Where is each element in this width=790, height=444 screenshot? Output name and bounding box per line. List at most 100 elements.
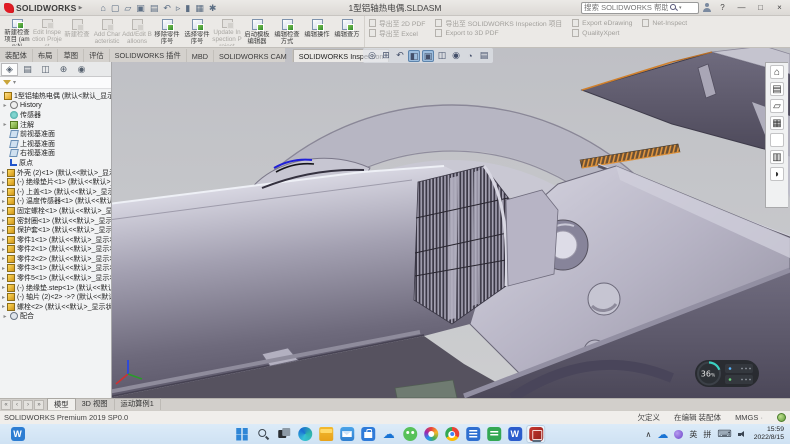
taskbar-explorer-button[interactable] bbox=[316, 425, 335, 443]
ribbon-select-balloons-button[interactable]: 选择零件序号 bbox=[182, 17, 212, 46]
view-palette-icon[interactable]: ▦ bbox=[770, 116, 784, 130]
tree-item[interactable]: (-) 绝缘垫.step<1> (默认<<默认 bbox=[2, 283, 111, 293]
flyout-arrow-icon[interactable]: ▶ bbox=[79, 5, 83, 11]
ribbon-new-inspection-project-button[interactable]: 新建检查项目 (amp;N bbox=[2, 17, 32, 46]
qa-print-button[interactable]: ▤ bbox=[150, 3, 159, 13]
expand-arrow-icon[interactable] bbox=[2, 227, 5, 234]
previous-view-icon[interactable]: ↶ bbox=[394, 50, 406, 62]
ribbon-tab[interactable]: MBD bbox=[187, 50, 214, 62]
zoom-to-area-icon[interactable]: ⊞ bbox=[380, 50, 392, 62]
view-orientation-icon[interactable]: ▣ bbox=[422, 50, 434, 62]
edit-appearance-icon[interactable]: ◔ bbox=[464, 50, 476, 62]
expand-arrow-icon[interactable] bbox=[2, 265, 5, 272]
tree-item[interactable]: 零件2<2> (默认<<默认>_显示状态 bbox=[2, 254, 111, 264]
expand-arrow-icon[interactable] bbox=[2, 284, 5, 291]
home-icon[interactable]: ⌂ bbox=[770, 65, 784, 79]
tree-filter-row[interactable]: ▾ bbox=[0, 77, 111, 89]
ribbon-remove-balloons-button[interactable]: 移除零件序号 bbox=[152, 17, 182, 46]
close-button[interactable]: × bbox=[772, 1, 787, 14]
ribbon-edit-inspection-project-button[interactable]: Edit Inspection Project bbox=[32, 17, 62, 46]
restore-button[interactable]: □ bbox=[753, 1, 768, 14]
taskbar-reader-button[interactable] bbox=[463, 425, 482, 443]
security-tray-icon[interactable] bbox=[674, 430, 683, 439]
3d-viewport[interactable]: 36% bbox=[112, 48, 790, 398]
tree-item[interactable]: 右视基准面 bbox=[2, 149, 111, 159]
expand-arrow-icon[interactable] bbox=[2, 121, 8, 128]
tree-item[interactable]: (-) 绝缘垫片<1> (默认<<默认>_显 bbox=[2, 177, 111, 187]
custom-properties-icon[interactable]: ▥ bbox=[770, 150, 784, 164]
expand-arrow-icon[interactable] bbox=[2, 102, 8, 109]
help-search-input[interactable] bbox=[584, 3, 668, 12]
qa-new-document-button[interactable]: ▢ bbox=[111, 3, 120, 13]
taskbar-store-button[interactable] bbox=[358, 425, 377, 443]
taskbar-chrome-button[interactable] bbox=[442, 425, 461, 443]
minimize-button[interactable]: — bbox=[734, 1, 749, 14]
tree-item[interactable]: (-) 上盖<1> (默认<<默认>_显示状 bbox=[2, 187, 111, 197]
filter-caret-icon[interactable]: ▾ bbox=[13, 79, 16, 86]
taskbar-onedrive-button[interactable] bbox=[379, 425, 398, 443]
expand-arrow-icon[interactable] bbox=[2, 179, 5, 186]
tree-item[interactable]: 密封圈<1> (默认<<默认>_显示状 bbox=[2, 216, 111, 226]
search-icon[interactable] bbox=[670, 4, 677, 11]
expand-arrow-icon[interactable] bbox=[2, 207, 5, 214]
ribbon-tab[interactable]: 装配体 bbox=[0, 49, 33, 62]
taskbar-solidworks-button[interactable] bbox=[526, 425, 545, 443]
tab-nav-button[interactable]: » bbox=[34, 400, 44, 410]
ribbon-add-characteristic-button[interactable]: Add Characteristic bbox=[92, 17, 122, 46]
ribbon-tab[interactable]: 布局 bbox=[33, 49, 59, 62]
ribbon-new-inspection-button[interactable]: 新建检查 bbox=[62, 17, 92, 46]
onedrive-tray-icon[interactable]: ☁ bbox=[657, 428, 668, 441]
tree-item[interactable]: 配合 bbox=[2, 312, 111, 322]
qa-open-document-button[interactable]: ▱ bbox=[124, 3, 131, 13]
ribbon-add-edit-balloons-button[interactable]: Add/Edit Balloons bbox=[122, 17, 152, 46]
taskbar-edge-button[interactable] bbox=[295, 425, 314, 443]
tree-item[interactable]: 零件3<1> (默认<<默认>_显示状态 bbox=[2, 264, 111, 274]
taskbar-photos-button[interactable] bbox=[421, 425, 440, 443]
tray-expand-icon[interactable]: ∧ bbox=[645, 430, 651, 439]
view-settings-icon[interactable]: ▤ bbox=[478, 50, 490, 62]
ribbon-edit-specs-button[interactable]: 编辑查方 bbox=[332, 17, 362, 46]
expand-arrow-icon[interactable] bbox=[2, 294, 5, 301]
tree-item[interactable]: 上视基准面 bbox=[2, 139, 111, 149]
tree-item[interactable]: 原点 bbox=[2, 158, 111, 168]
ribbon-export-edrawing-button[interactable]: Export eDrawing bbox=[572, 18, 632, 28]
featuremanager-tree-tab[interactable]: ◈ bbox=[1, 63, 18, 76]
propertymanager-tab[interactable]: ▤ bbox=[19, 63, 36, 76]
taskbar-search-button[interactable] bbox=[253, 425, 272, 443]
expand-arrow-icon[interactable] bbox=[2, 217, 5, 224]
ribbon-export-3d-pdf-button[interactable]: Export to 3D PDF bbox=[435, 28, 562, 38]
tree-item[interactable]: 零件2<1> (默认<<默认>_显示状态 bbox=[2, 245, 111, 255]
ribbon-tab[interactable]: SOLIDWORKS CAM bbox=[214, 50, 293, 62]
qa-home-button[interactable]: ⌂ bbox=[100, 3, 105, 13]
ribbon-export-2d-pdf-button[interactable]: 导出至 2D PDF bbox=[369, 18, 425, 28]
file-explorer-icon[interactable]: ▱ bbox=[770, 99, 784, 113]
ime-language-indicator[interactable]: 英 bbox=[689, 429, 697, 440]
account-icon[interactable] bbox=[703, 3, 711, 12]
zoom-to-fit-icon[interactable]: ◎ bbox=[366, 50, 378, 62]
tree-item[interactable]: (-) 温度传感器<1> (默认<<默认>_ bbox=[2, 197, 111, 207]
ribbon-update-inspection-project-button[interactable]: Update Inspection Project bbox=[212, 17, 242, 46]
tab-nav-button[interactable]: ‹ bbox=[12, 400, 22, 410]
ribbon-tab[interactable]: 草图 bbox=[58, 49, 84, 62]
tree-item[interactable]: 螺栓<2> (默认<<默认>_显示状态 bbox=[2, 302, 111, 312]
search-caret-icon[interactable]: ▾ bbox=[679, 5, 682, 11]
taskbar-taskview-button[interactable] bbox=[274, 425, 293, 443]
configurationmanager-tab[interactable]: ◫ bbox=[37, 63, 54, 76]
qa-select-button[interactable]: ▹ bbox=[176, 3, 181, 13]
volume-icon[interactable] bbox=[738, 430, 748, 439]
tree-item[interactable]: 零件1<1> (默认<<默认>_显示状态 bbox=[2, 235, 111, 245]
qa-save-button[interactable]: ▣ bbox=[136, 3, 145, 13]
expand-arrow-icon[interactable] bbox=[2, 246, 5, 253]
tree-item[interactable]: 前视基准面 bbox=[2, 129, 111, 139]
ribbon-edit-inspection-methods-button[interactable]: 编辑检查方式 bbox=[272, 17, 302, 46]
help-button[interactable]: ? bbox=[715, 1, 730, 14]
ime-pinyin-indicator[interactable]: 拼 bbox=[703, 429, 711, 440]
appearances-icon[interactable] bbox=[770, 133, 784, 147]
ribbon-export-excel-button[interactable]: 导出至 Excel bbox=[369, 28, 425, 38]
ribbon-export-sw-inspection-button[interactable]: 导出至 SOLIDWORKS Inspection 项目 bbox=[435, 18, 562, 28]
taskbar-corner-button[interactable] bbox=[8, 425, 27, 443]
forum-icon[interactable]: ◗ bbox=[770, 167, 784, 181]
tree-item[interactable]: 注解 bbox=[2, 120, 111, 130]
ribbon-net-inspect-button[interactable]: Net-Inspect bbox=[642, 18, 687, 28]
taskbar-word-button[interactable] bbox=[505, 425, 524, 443]
